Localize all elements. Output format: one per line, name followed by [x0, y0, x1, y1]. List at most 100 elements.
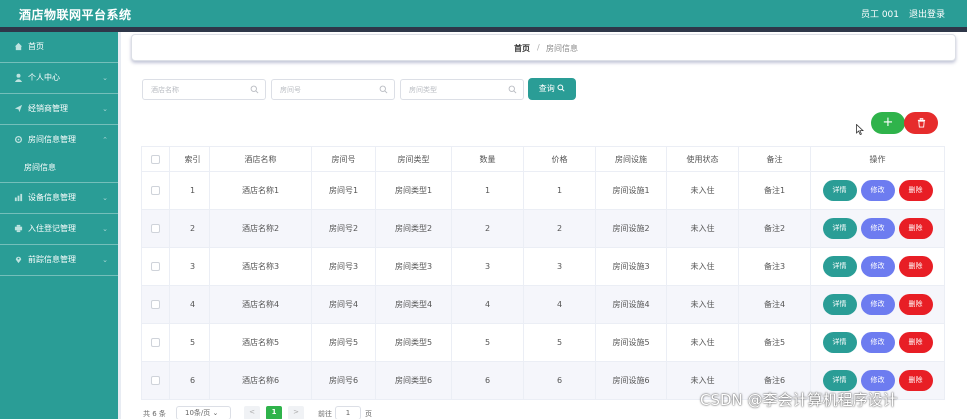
quantity-cell: 1 — [451, 171, 524, 210]
row-select-cell[interactable] — [141, 209, 170, 248]
delete-button[interactable]: 删除 — [898, 294, 933, 315]
table-row: 4 酒店名称4 房间号4 房间类型4 4 4 房间设施4 未入住 备注4 详情 修改 删除 — [141, 285, 945, 324]
sidebar-item-label: 入住登记管理 — [28, 224, 76, 233]
actions-cell: 详情 修改 删除 — [810, 323, 945, 362]
select-all-cell[interactable] — [141, 146, 170, 172]
sidebar-item-tracking[interactable]: 前踪信息管理 ⌄ — [0, 245, 118, 276]
chart-icon — [14, 193, 24, 203]
next-page-button[interactable]: > — [288, 406, 304, 419]
delete-button[interactable]: 删除 — [898, 180, 933, 201]
row-checkbox[interactable] — [151, 224, 160, 233]
add-button[interactable]: + — [871, 112, 905, 134]
delete-button[interactable]: 删除 — [898, 218, 933, 239]
actions-cell: 详情 修改 删除 — [810, 209, 945, 248]
room-type-cell: 房间类型5 — [375, 323, 452, 362]
detail-button[interactable]: 详情 — [822, 256, 857, 277]
edit-button[interactable]: 修改 — [860, 180, 895, 201]
goto-page-suffix: 页 — [365, 410, 372, 418]
batch-delete-button[interactable] — [904, 112, 938, 134]
hotel-name-cell: 酒店名称6 — [209, 361, 312, 400]
sidebar-item-home[interactable]: 首页 — [0, 32, 118, 63]
current-user: 员工 001 — [860, 10, 899, 20]
chevron-down-icon: ⌄ — [212, 409, 219, 417]
column-header: 价格 — [523, 146, 596, 172]
row-checkbox[interactable] — [151, 262, 160, 271]
room-type-cell: 房间类型6 — [375, 361, 452, 400]
room-number-search[interactable] — [271, 79, 395, 100]
quantity-cell: 6 — [451, 361, 524, 400]
row-select-cell[interactable] — [141, 171, 170, 210]
facility-cell: 房间设施2 — [595, 209, 667, 248]
detail-button[interactable]: 详情 — [822, 370, 857, 391]
remark-cell: 备注4 — [738, 285, 811, 324]
room-number-cell: 房间号5 — [311, 323, 376, 362]
row-select-cell[interactable] — [141, 247, 170, 286]
room-type-cell: 房间类型2 — [375, 209, 452, 248]
sidebar-item-label: 房间信息管理 — [28, 135, 76, 144]
trash-icon — [917, 118, 925, 128]
room-type-cell: 房间类型1 — [375, 171, 452, 210]
sidebar-edge — [118, 32, 121, 419]
detail-button[interactable]: 详情 — [822, 332, 857, 353]
index-cell: 6 — [169, 361, 210, 400]
row-select-cell[interactable] — [141, 323, 170, 362]
remark-cell: 备注1 — [738, 171, 811, 210]
breadcrumb: 首页 / 房间信息 — [131, 34, 956, 61]
sidebar-item-checkin[interactable]: 入住登记管理 ⌄ — [0, 214, 118, 245]
page-size-select[interactable]: 10条/页 ⌄ — [176, 406, 231, 419]
room-number-input[interactable] — [280, 80, 380, 99]
edit-button[interactable]: 修改 — [860, 332, 895, 353]
detail-button[interactable]: 详情 — [822, 180, 857, 201]
chevron-down-icon: ⌄ — [102, 256, 108, 264]
sidebar-item-dealer[interactable]: 经销商管理 ⌄ — [0, 94, 118, 125]
row-select-cell[interactable] — [141, 285, 170, 324]
page-number-button[interactable]: 1 — [266, 406, 282, 419]
logout-link[interactable]: 退出登录 — [909, 7, 945, 20]
row-checkbox[interactable] — [151, 338, 160, 347]
chevron-down-icon: ⌄ — [102, 105, 108, 113]
goto-page-input[interactable]: 1 — [335, 406, 361, 419]
index-cell: 5 — [169, 323, 210, 362]
room-type-search[interactable] — [400, 79, 524, 100]
detail-button[interactable]: 详情 — [822, 294, 857, 315]
query-button[interactable]: 查询 — [528, 78, 576, 100]
sidebar-item-room-management[interactable]: 房间信息管理 ⌃ — [0, 125, 118, 156]
row-checkbox[interactable] — [151, 376, 160, 385]
delete-button[interactable]: 删除 — [898, 256, 933, 277]
delete-button[interactable]: 删除 — [898, 332, 933, 353]
edit-button[interactable]: 修改 — [860, 218, 895, 239]
edit-button[interactable]: 修改 — [860, 370, 895, 391]
edit-button[interactable]: 修改 — [860, 294, 895, 315]
room-number-cell: 房间号3 — [311, 247, 376, 286]
hotel-name-search[interactable] — [142, 79, 266, 100]
column-header: 使用状态 — [666, 146, 739, 172]
gear-icon — [14, 135, 24, 145]
room-number-cell: 房间号1 — [311, 171, 376, 210]
search-icon — [250, 85, 259, 94]
sidebar-subitem-room-info[interactable]: 房间信息 — [0, 153, 118, 183]
hotel-name-cell: 酒店名称4 — [209, 285, 312, 324]
row-select-cell[interactable] — [141, 361, 170, 400]
quantity-cell: 3 — [451, 247, 524, 286]
select-all-checkbox[interactable] — [151, 154, 160, 164]
chevron-down-icon: ⌄ — [102, 74, 108, 82]
row-checkbox[interactable] — [151, 300, 160, 309]
delete-button[interactable]: 删除 — [898, 370, 933, 391]
room-type-input[interactable] — [409, 80, 509, 99]
sidebar-item-device[interactable]: 设备信息管理 ⌄ — [0, 183, 118, 214]
status-cell: 未入住 — [666, 247, 739, 286]
sidebar-item-label: 首页 — [28, 42, 44, 51]
sidebar: 首页 个人中心 ⌄ 经销商管理 ⌄ 房间信息管理 ⌃ 房间信息 设备信息管理 ⌄ — [0, 32, 118, 419]
hotel-name-cell: 酒店名称3 — [209, 247, 312, 286]
sidebar-item-personal-center[interactable]: 个人中心 ⌄ — [0, 63, 118, 94]
chevron-down-icon: ⌄ — [102, 225, 108, 233]
breadcrumb-home[interactable]: 首页 — [514, 43, 530, 54]
row-checkbox[interactable] — [151, 186, 160, 195]
hotel-name-input[interactable] — [151, 80, 251, 99]
detail-button[interactable]: 详情 — [822, 218, 857, 239]
prev-page-button[interactable]: < — [244, 406, 260, 419]
app-title: 酒店物联网平台系统 — [19, 8, 132, 22]
actions-cell: 详情 修改 删除 — [810, 171, 945, 210]
edit-button[interactable]: 修改 — [860, 256, 895, 277]
price-cell: 3 — [523, 247, 596, 286]
